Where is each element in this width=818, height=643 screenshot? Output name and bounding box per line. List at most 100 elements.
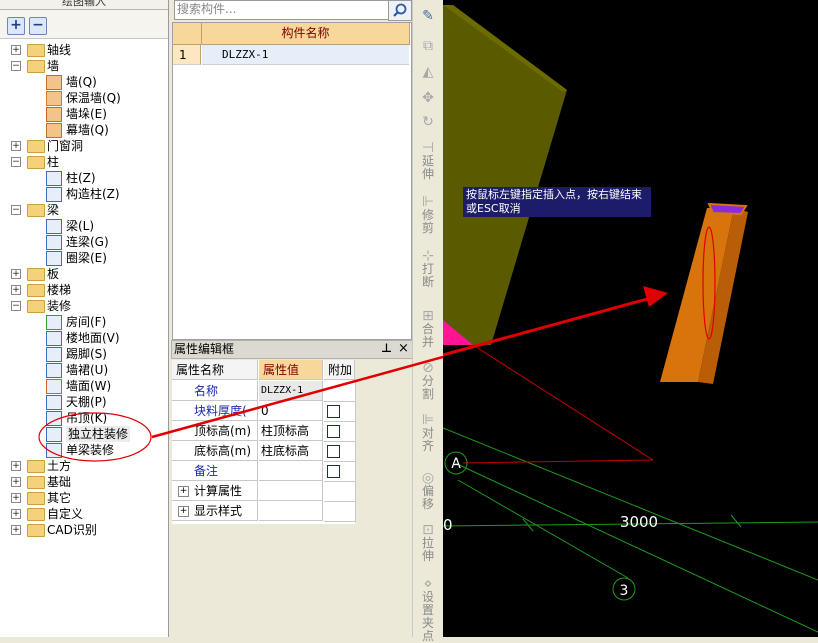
tree-item[interactable]: 墙(Q) — [0, 74, 168, 90]
tree-item[interactable]: 柱(Z) — [0, 170, 168, 186]
property-grid: 属性名称 属性值 附加 名称 DLZZX-1 块料厚度(0 顶标高(m) 柱顶标高 底标高(m)… — [172, 360, 356, 524]
tree-item[interactable]: 构造柱(Z) — [0, 186, 168, 202]
tree-item[interactable]: 房间(F) — [0, 314, 168, 330]
tree-category[interactable]: + 自定义 — [0, 506, 168, 522]
tree-category[interactable]: + 轴线 — [0, 42, 168, 58]
tree-category[interactable]: − 墙 — [0, 58, 168, 74]
tree-item-label: 独立柱装修 — [66, 426, 131, 442]
property-value-cell[interactable]: 0 — [259, 401, 323, 421]
toolbar-rotate-button[interactable]: ↻ — [413, 114, 443, 130]
tree-category[interactable]: + CAD识别 — [0, 522, 168, 538]
expand-icon[interactable]: + — [11, 509, 21, 519]
toolbar-extend-button[interactable]: ⊣ 延伸 — [413, 141, 443, 181]
expand-icon[interactable]: + — [11, 461, 21, 471]
property-panel-title: 属性编辑框 — [174, 342, 235, 356]
property-extra-cell — [324, 401, 356, 422]
toolbar-merge-button[interactable]: ⊞ 合并 — [413, 309, 443, 349]
search-input[interactable]: 搜索构件... — [174, 0, 390, 20]
search-button[interactable] — [388, 0, 412, 21]
toolbar-split-button[interactable]: ⊘ 分割 — [413, 361, 443, 401]
collapse-icon[interactable]: − — [11, 205, 21, 215]
collapse-icon[interactable]: − — [11, 157, 21, 167]
tree-item[interactable]: 独立柱装修 — [0, 426, 168, 442]
tree-item[interactable]: 天棚(P) — [0, 394, 168, 410]
tree-category[interactable]: + 门窗洞 — [0, 138, 168, 154]
wall-3d — [443, 5, 567, 345]
toolbar-mirror-button[interactable]: ◭ — [413, 65, 443, 79]
expand-icon[interactable]: + — [11, 477, 21, 487]
tree-category[interactable]: + 其它 — [0, 490, 168, 506]
expand-icon[interactable]: + — [11, 141, 21, 151]
toolbar-align-button[interactable]: ⊫ 对齐 — [413, 413, 443, 453]
tree-item[interactable]: 踢脚(S) — [0, 346, 168, 362]
break-icon: ⊹ — [422, 248, 434, 264]
guide-line — [472, 344, 654, 461]
expand-icon[interactable]: + — [11, 525, 21, 535]
drawing-canvas[interactable]: A 3 3000 0 — [443, 0, 818, 637]
tree-item[interactable]: 墙垛(E) — [0, 106, 168, 122]
attach-checkbox[interactable] — [327, 405, 340, 418]
collapse-icon[interactable]: − — [11, 61, 21, 71]
property-value-cell[interactable]: 柱底标高 — [259, 441, 323, 461]
tree-category[interactable]: + 板 — [0, 266, 168, 282]
tree-item[interactable]: 墙面(W) — [0, 378, 168, 394]
folder-open-icon — [27, 60, 45, 73]
close-icon[interactable]: × — [398, 340, 409, 357]
tree-category-label: 梁 — [47, 203, 60, 217]
tree-item-label: 圈梁(E) — [66, 251, 107, 265]
tree-category-label: 楼梯 — [47, 283, 72, 297]
tree-item[interactable]: 墙裙(U) — [0, 362, 168, 378]
toolbar-offset-button[interactable]: ◎ 偏移 — [413, 470, 443, 511]
pin-icon[interactable]: ⊥ — [381, 340, 392, 357]
tree-item[interactable]: 圈梁(E) — [0, 250, 168, 266]
expand-icon[interactable]: + — [11, 493, 21, 503]
expand-all-button[interactable]: + — [7, 17, 25, 35]
toolbar-copy-button[interactable]: ⧉ — [413, 38, 443, 54]
copy-icon: ⧉ — [423, 38, 433, 54]
toolbar-pen-button[interactable]: ✎ — [413, 9, 443, 23]
tree-category[interactable]: − 梁 — [0, 202, 168, 218]
component-name-cell[interactable]: DLZZX-1 — [202, 45, 409, 65]
toolbar-stretch-button[interactable]: ⊡ 拉伸 — [413, 523, 443, 563]
toolbar-break-button[interactable]: ⊹ 打断 — [413, 248, 443, 289]
dimension-value-left: 0 — [443, 516, 453, 534]
toolbar-label: 延伸 — [421, 154, 434, 181]
toolbar-grip-button[interactable]: ⋄ 设置夹点 — [413, 577, 443, 643]
expand-icon[interactable]: + — [11, 45, 21, 55]
attach-checkbox[interactable] — [327, 445, 340, 458]
attach-checkbox[interactable] — [327, 465, 340, 478]
tree-item[interactable]: 梁(L) — [0, 218, 168, 234]
property-value-cell[interactable]: 柱顶标高 — [259, 421, 323, 441]
tree-item[interactable]: 楼地面(V) — [0, 330, 168, 346]
collapse-icon[interactable]: − — [11, 301, 21, 311]
property-value-cell[interactable] — [259, 501, 323, 521]
expand-icon[interactable]: + — [11, 285, 21, 295]
collapse-all-button[interactable]: − — [29, 17, 47, 35]
tree-item-label: 梁(L) — [66, 219, 95, 233]
tree-item[interactable]: 单梁装修 — [0, 442, 168, 458]
rotate-icon: ↻ — [422, 114, 434, 130]
tree-item[interactable]: 吊顶(K) — [0, 410, 168, 426]
property-value-cell[interactable] — [259, 481, 323, 501]
tree-category[interactable]: + 楼梯 — [0, 282, 168, 298]
tree-category[interactable]: − 装修 — [0, 298, 168, 314]
expand-icon[interactable]: + — [178, 486, 189, 497]
property-value-cell[interactable]: DLZZX-1 — [259, 381, 323, 401]
tree-item[interactable]: 保温墙(Q) — [0, 90, 168, 106]
property-value-cell[interactable] — [259, 461, 323, 481]
row-number-header — [173, 23, 202, 45]
toolbar-trim-button[interactable]: ⊩ 修剪 — [413, 195, 443, 235]
tree-category[interactable]: + 土方 — [0, 458, 168, 474]
attach-checkbox[interactable] — [327, 425, 340, 438]
tree-item-label: 房间(F) — [66, 315, 107, 329]
tree-category[interactable]: + 基础 — [0, 474, 168, 490]
tree-category[interactable]: − 柱 — [0, 154, 168, 170]
tree-item[interactable]: 幕墙(Q) — [0, 122, 168, 138]
expand-icon[interactable]: + — [178, 506, 189, 517]
expand-icon[interactable]: + — [11, 269, 21, 279]
tree-category-label: 其它 — [47, 491, 72, 505]
column-finish-icon — [46, 427, 62, 442]
toolbar-move-button[interactable]: ✥ — [413, 91, 443, 105]
offset-icon: ◎ — [421, 470, 435, 486]
tree-item[interactable]: 连梁(G) — [0, 234, 168, 250]
